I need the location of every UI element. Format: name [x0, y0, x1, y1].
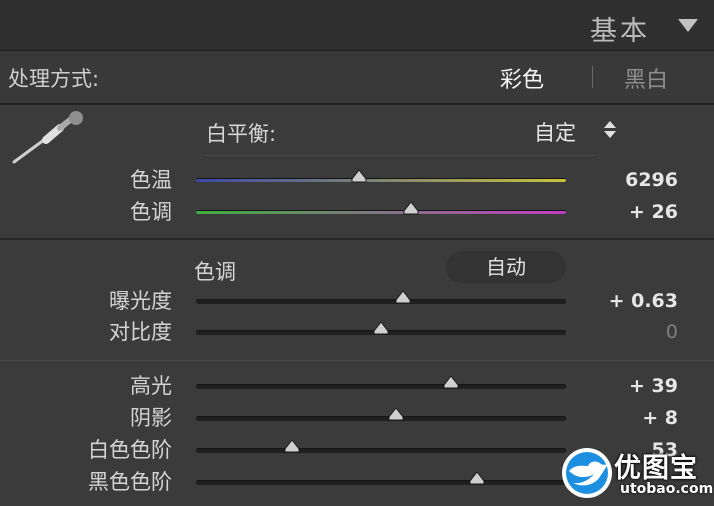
slider-track-shadows[interactable] [196, 408, 566, 421]
slider-label-temp: 色温 [130, 168, 172, 192]
eyedropper-icon[interactable] [8, 110, 92, 168]
slider-row-exposure: 曝光度 + 0.63 [0, 287, 714, 317]
white-balance-label: 白平衡: [206, 122, 277, 146]
treatment-label: 处理方式: [8, 67, 100, 91]
slider-value-highlights[interactable]: + 39 [629, 372, 678, 400]
slider-thumb-contrast[interactable] [373, 322, 389, 335]
slider-row-contrast: 对比度 0 [0, 318, 714, 348]
divider [0, 238, 714, 240]
slider-row-temp: 色温 6296 [0, 166, 714, 196]
bird-logo-icon [562, 448, 612, 498]
slider-thumb-whites[interactable] [284, 440, 300, 453]
slider-track-highlights[interactable] [196, 376, 566, 389]
white-balance-select[interactable]: 自定 [534, 117, 576, 147]
slider-row-tint: 色调 + 26 [0, 198, 714, 228]
slider-thumb-exposure[interactable] [395, 291, 411, 304]
slider-track-whites[interactable] [196, 440, 566, 453]
auto-button[interactable]: 自动 [446, 251, 566, 283]
slider-thumb-temp[interactable] [351, 170, 367, 183]
panel-header[interactable]: 基本 [0, 0, 714, 51]
treatment-color-option[interactable]: 彩色 [500, 62, 544, 94]
sort-arrows-icon[interactable] [602, 118, 618, 140]
slider-label-whites: 白色色阶 [88, 438, 172, 462]
slider-value-exposure[interactable]: + 0.63 [609, 287, 678, 315]
slider-label-blacks: 黑色色阶 [88, 470, 172, 494]
slider-label-tint: 色调 [130, 200, 172, 224]
treatment-row: 处理方式: 彩色 黑白 [0, 51, 714, 105]
slider-value-tint[interactable]: + 26 [629, 198, 678, 226]
slider-label-contrast: 对比度 [109, 320, 172, 344]
slider-value-contrast[interactable]: 0 [666, 318, 678, 346]
slider-thumb-shadows[interactable] [388, 408, 404, 421]
collapse-triangle-icon[interactable] [678, 19, 698, 32]
slider-track-tint[interactable] [196, 202, 566, 215]
slider-value-temp[interactable]: 6296 [625, 166, 678, 194]
watermark-title: 优图宝 [614, 453, 698, 484]
watermark-url: utobao.com [620, 481, 714, 497]
slider-track-exposure[interactable] [196, 291, 566, 304]
tone-label: 色调 [194, 260, 236, 284]
slider-row-shadows: 阴影 + 8 [0, 404, 714, 434]
slider-thumb-blacks[interactable] [469, 472, 485, 485]
slider-thumb-tint[interactable] [403, 202, 419, 215]
divider [0, 360, 714, 361]
treatment-separator [592, 66, 593, 88]
slider-track-blacks[interactable] [196, 472, 566, 485]
slider-track-temp[interactable] [196, 170, 566, 183]
divider [205, 155, 595, 156]
slider-row-highlights: 高光 + 39 [0, 372, 714, 402]
slider-track-contrast[interactable] [196, 322, 566, 335]
panel-title: 基本 [590, 16, 650, 47]
treatment-bw-option[interactable]: 黑白 [624, 62, 668, 94]
slider-thumb-highlights[interactable] [443, 376, 459, 389]
slider-label-highlights: 高光 [130, 374, 172, 398]
slider-label-shadows: 阴影 [130, 406, 172, 430]
slider-value-shadows[interactable]: + 8 [642, 404, 678, 432]
slider-label-exposure: 曝光度 [109, 289, 172, 313]
